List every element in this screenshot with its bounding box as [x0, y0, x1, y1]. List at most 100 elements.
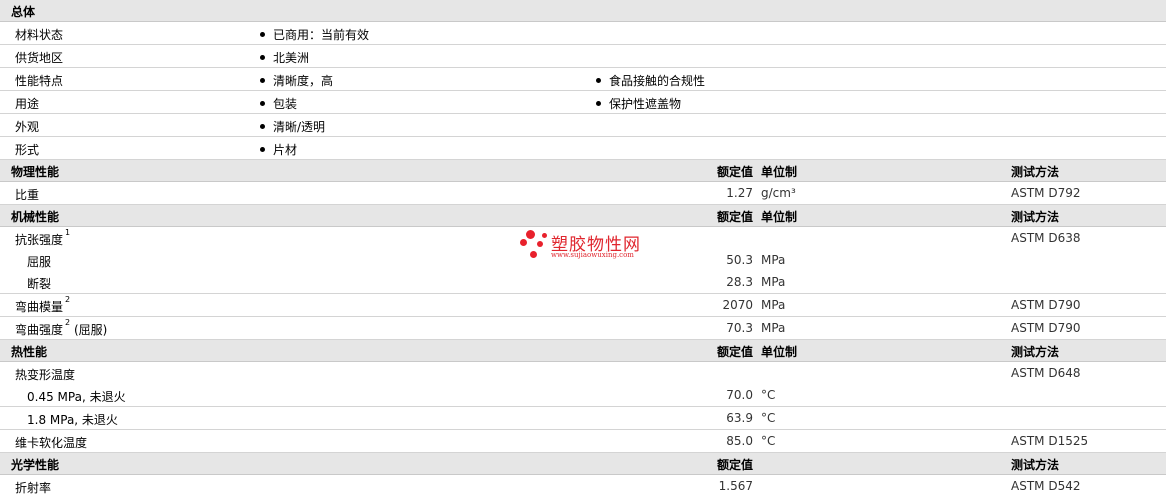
bullet-item: 清晰度，高 [260, 72, 333, 89]
table-row: 性能特点 清晰度，高 食品接触的合规性 [0, 68, 1166, 91]
table-row: 热变形温度 ASTM D648 [0, 362, 1166, 384]
row-method: ASTM D1525 [1011, 434, 1089, 448]
row-unit: MPa [761, 253, 786, 267]
column-header-unit: 单位制 [761, 165, 798, 179]
row-label: 抗张强度1 [15, 228, 71, 247]
bullet-item: 包装 [260, 95, 297, 112]
section-header-mechanical: 机械性能 额定值 单位制 测试方法 [0, 205, 1166, 227]
watermark-logo: 塑胶物性网 www.sujiaowuxing.com [520, 230, 660, 262]
section-title: 总体 [11, 5, 36, 19]
row-value: 2070 [722, 298, 753, 312]
logo-dot-icon [520, 239, 527, 246]
column-header-method: 测试方法 [1011, 458, 1060, 472]
row-unit: °C [761, 388, 776, 402]
section-header-optical: 光学性能 额定值 测试方法 [0, 453, 1166, 475]
row-label: 折射率 [15, 481, 52, 495]
row-unit: °C [761, 434, 776, 448]
row-label: 供货地区 [15, 51, 64, 65]
bullet-icon [260, 32, 265, 37]
row-method: ASTM D790 [1011, 321, 1081, 335]
table-row: 形式 片材 [0, 137, 1166, 160]
footnote-ref: 2 [65, 295, 71, 304]
column-header-nominal: 额定值 [716, 210, 753, 224]
bullet-item: 清晰/透明 [260, 118, 325, 135]
table-row: 材料状态 已商用：当前有效 [0, 22, 1166, 45]
row-label: 0.45 MPa, 未退火 [27, 390, 126, 404]
row-unit: °C [761, 411, 776, 425]
row-label: 屈服 [27, 255, 52, 269]
section-title: 光学性能 [11, 458, 60, 472]
row-label: 弯曲强度2 (屈服) [15, 318, 108, 337]
row-label: 形式 [15, 143, 40, 157]
bullet-icon [596, 101, 601, 106]
logo-dot-icon [526, 230, 535, 239]
bullet-icon [596, 78, 601, 83]
row-unit: MPa [761, 321, 786, 335]
section-title: 热性能 [11, 345, 48, 359]
bullet-item: 片材 [260, 141, 297, 158]
row-label: 用途 [15, 97, 40, 111]
bullet-item: 已商用：当前有效 [260, 26, 369, 43]
row-value: 85.0 [726, 434, 753, 448]
table-row: 1.8 MPa, 未退火 63.9 °C [0, 407, 1166, 430]
column-header-unit: 单位制 [761, 345, 798, 359]
column-header-method: 测试方法 [1011, 165, 1060, 179]
logo-dot-icon [530, 251, 537, 258]
table-row: 用途 包装 保护性遮盖物 [0, 91, 1166, 114]
row-label: 外观 [15, 120, 40, 134]
row-label: 弯曲模量2 [15, 295, 71, 314]
row-value: 50.3 [726, 253, 753, 267]
row-label: 维卡软化温度 [15, 436, 88, 450]
row-value: 1.27 [726, 186, 753, 200]
section-title: 机械性能 [11, 210, 60, 224]
row-method: ASTM D638 [1011, 231, 1081, 245]
table-row: 弯曲模量2 2070 MPa ASTM D790 [0, 294, 1166, 317]
row-value: 1.567 [718, 479, 753, 493]
column-header-unit: 单位制 [761, 210, 798, 224]
row-label: 性能特点 [15, 74, 64, 88]
column-header-nominal: 额定值 [716, 165, 753, 179]
bullet-item: 食品接触的合规性 [596, 72, 705, 89]
row-label: 比重 [15, 188, 40, 202]
footnote-ref: 1 [65, 228, 71, 237]
bullet-icon [260, 55, 265, 60]
table-row: 供货地区 北美洲 [0, 45, 1166, 68]
row-label: 断裂 [27, 277, 52, 291]
row-value: 63.9 [726, 411, 753, 425]
row-label: 热变形温度 [15, 368, 76, 382]
row-method: ASTM D648 [1011, 366, 1081, 380]
bullet-icon [260, 78, 265, 83]
row-method: ASTM D792 [1011, 186, 1081, 200]
row-label: 材料状态 [15, 28, 64, 42]
bullet-icon [260, 147, 265, 152]
footnote-ref: 2 [65, 318, 71, 327]
column-header-nominal: 额定值 [716, 345, 753, 359]
table-row: 弯曲强度2 (屈服) 70.3 MPa ASTM D790 [0, 317, 1166, 340]
column-header-method: 测试方法 [1011, 345, 1060, 359]
section-title: 物理性能 [11, 165, 60, 179]
row-label: 1.8 MPa, 未退火 [27, 413, 118, 427]
section-header-physical: 物理性能 额定值 单位制 测试方法 [0, 160, 1166, 182]
logo-dot-icon [542, 233, 547, 238]
row-value: 28.3 [726, 275, 753, 289]
bullet-item: 保护性遮盖物 [596, 95, 681, 112]
table-row: 外观 清晰/透明 [0, 114, 1166, 137]
logo-dot-icon [537, 241, 543, 247]
section-header-general: 总体 [0, 0, 1166, 22]
bullet-item: 北美洲 [260, 49, 309, 66]
table-row: 比重 1.27 g/cm³ ASTM D792 [0, 182, 1166, 205]
row-value: 70.0 [726, 388, 753, 402]
table-row: 断裂 28.3 MPa [0, 271, 1166, 294]
table-row: 维卡软化温度 85.0 °C ASTM D1525 [0, 430, 1166, 453]
row-unit: g/cm³ [761, 186, 796, 200]
datasheet: 总体 材料状态 已商用：当前有效 供货地区 北美洲 性能特点 清晰度，高 食品接… [0, 0, 1166, 497]
row-value: 70.3 [726, 321, 753, 335]
row-method: ASTM D542 [1011, 479, 1081, 493]
table-row: 0.45 MPa, 未退火 70.0 °C [0, 384, 1166, 407]
row-unit: MPa [761, 275, 786, 289]
column-header-nominal: 额定值 [716, 458, 753, 472]
bullet-icon [260, 124, 265, 129]
watermark-url: www.sujiaowuxing.com [551, 251, 634, 259]
column-header-method: 测试方法 [1011, 210, 1060, 224]
row-method: ASTM D790 [1011, 298, 1081, 312]
